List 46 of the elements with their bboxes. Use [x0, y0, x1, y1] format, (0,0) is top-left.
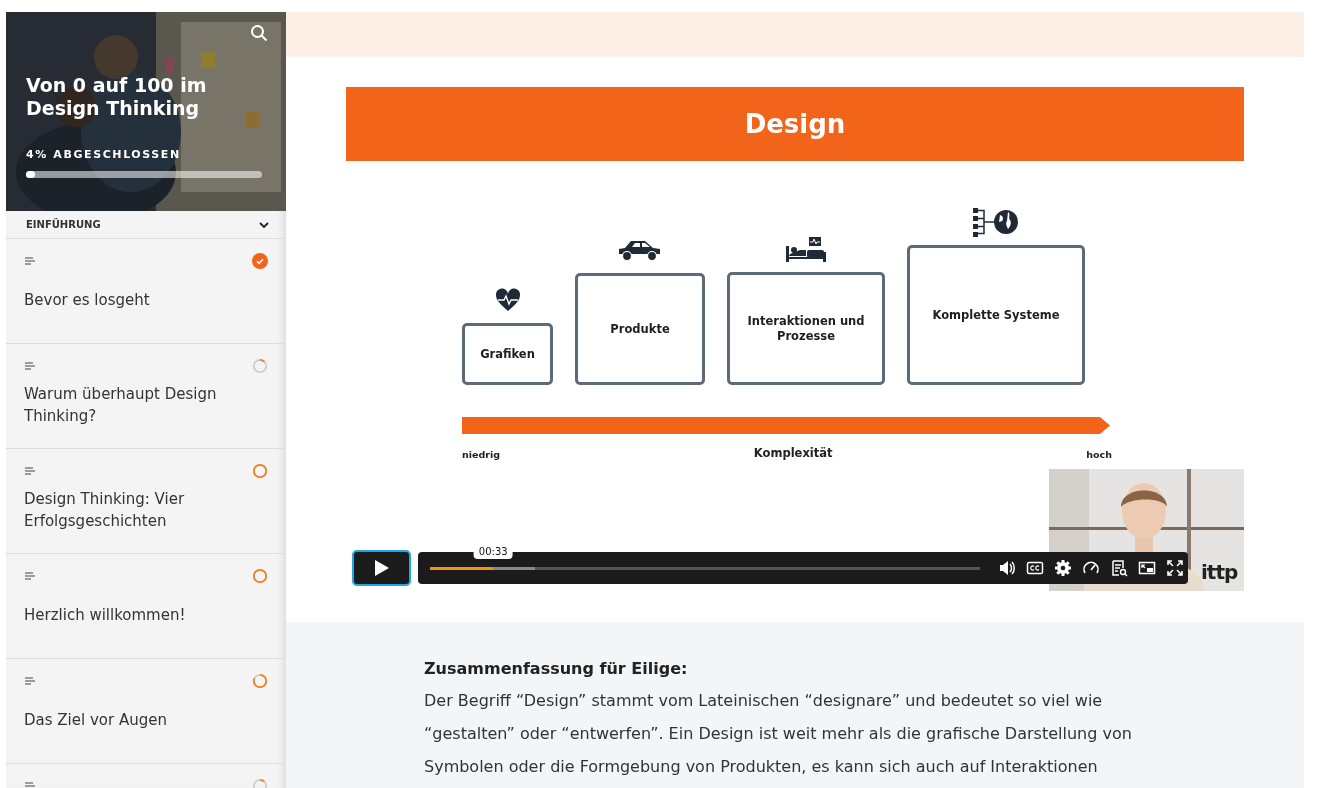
stage-box: Komplette Systeme	[907, 245, 1085, 385]
network-globe-icon	[972, 207, 1020, 237]
text-lines-icon	[25, 257, 35, 265]
section-header[interactable]: EINFÜHRUNG	[6, 211, 286, 239]
transcript-search-icon[interactable]	[1110, 559, 1128, 577]
volume-icon[interactable]	[998, 559, 1016, 577]
course-title: Von 0 auf 100 im Design Thinking	[26, 74, 208, 120]
stage-box: Interaktionen und Prozesse	[727, 272, 885, 385]
text-lines-icon	[25, 677, 35, 685]
lesson-title: Warum überhaupt Design Thinking?	[24, 384, 218, 427]
summary-text: Der Begriff “Design” stammt vom Lateinischen “designare” und bedeutet so viel wie “gestalten” oder “entwerfen”. Ein Design ist weit mehr als die grafische Darstellung von Symbolen oder die Formgebung von Produkten, es kann sich auch auf Interaktionen	[424, 690, 1133, 778]
progress-ring-icon	[252, 358, 268, 374]
progress-ring-icon	[252, 673, 268, 689]
slide-title: Design	[346, 87, 1244, 161]
text-lines-icon	[25, 572, 35, 580]
lesson-item[interactable]: Herzlich willkommen!	[6, 554, 286, 659]
section-title: EINFÜHRUNG	[26, 219, 101, 230]
logo: ittp	[1201, 560, 1238, 584]
lesson-item[interactable]: Design Thinking: Vier Erfolgsgeschichten	[6, 449, 286, 554]
play-button[interactable]	[352, 550, 411, 586]
checkmark-icon	[252, 253, 268, 269]
captions-icon[interactable]	[1026, 559, 1044, 577]
axis-low-label: niedrig	[462, 449, 500, 460]
text-lines-icon	[25, 467, 35, 475]
summary-heading: Zusammenfassung für Eilige:	[424, 658, 689, 680]
stage-box: Grafiken	[462, 323, 553, 385]
text-lines-icon	[25, 782, 35, 788]
lesson-item[interactable]: Bevor es losgeht	[6, 239, 286, 344]
axis-label: Komplexität	[753, 446, 833, 460]
search-icon[interactable]	[250, 24, 268, 42]
fullscreen-icon[interactable]	[1166, 559, 1184, 577]
settings-icon[interactable]	[1054, 559, 1072, 577]
progress-ring-icon	[252, 568, 268, 584]
lesson-title: Das Ziel vor Augen	[24, 710, 167, 731]
play-icon	[373, 559, 390, 577]
progress-label: 4% ABGESCHLOSSEN	[26, 148, 182, 161]
lesson-title: Herzlich willkommen!	[24, 605, 186, 626]
hospital-bed-icon	[785, 234, 827, 264]
text-lines-icon	[25, 362, 35, 370]
progress-ring-icon	[252, 463, 268, 479]
axis-high-label: hoch	[1086, 449, 1112, 460]
lesson-item[interactable]: Warum überhaupt Design Thinking?	[6, 344, 286, 449]
lesson-title: Design Thinking: Vier Erfolgsgeschichten	[24, 489, 186, 532]
picture-in-picture-icon[interactable]	[1138, 559, 1156, 577]
stage-box: Produkte	[575, 273, 705, 385]
lesson-title: Bevor es losgeht	[24, 290, 150, 311]
